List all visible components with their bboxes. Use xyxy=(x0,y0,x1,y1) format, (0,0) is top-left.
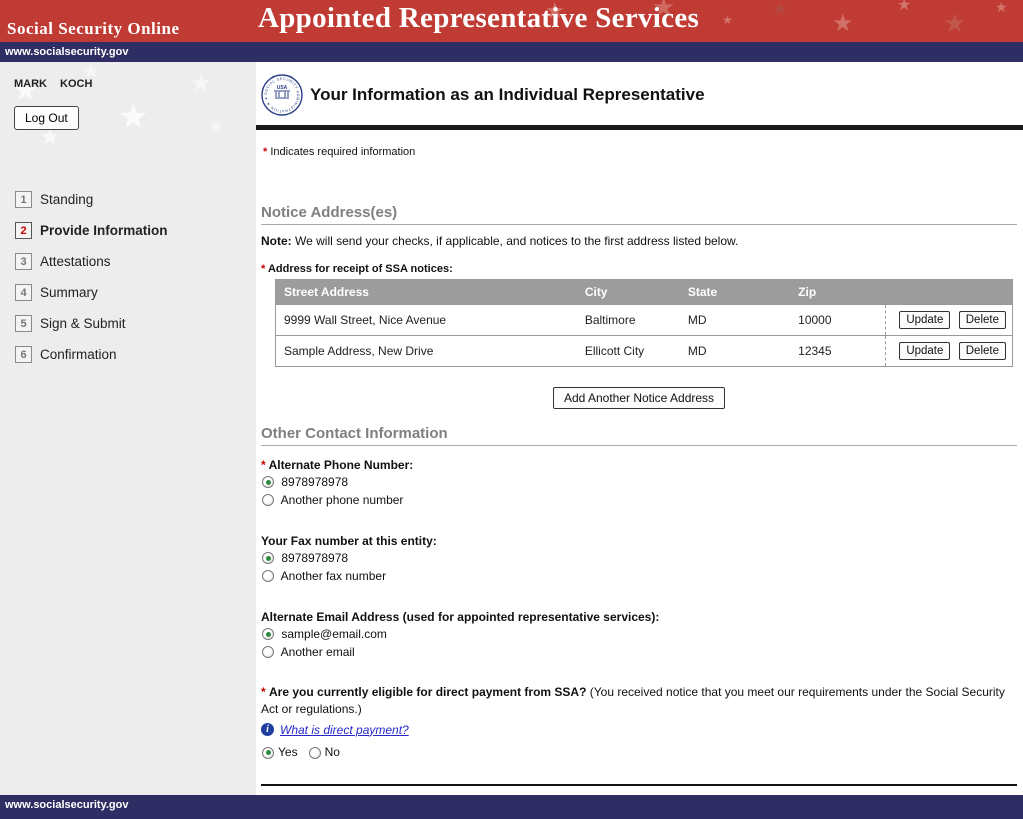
main-content: SOCIAL SECURITY ADMINISTRATION ★ ★ ★ USA… xyxy=(256,62,1023,795)
what-is-direct-payment-link[interactable]: What is direct payment? xyxy=(280,722,409,739)
decorative-star: ★ xyxy=(832,12,854,36)
page-title: Your Information as an Individual Repres… xyxy=(310,85,705,105)
cell-city: Ellicott City xyxy=(577,336,680,367)
step-confirmation: 6 Confirmation xyxy=(0,339,256,370)
step-number: 1 xyxy=(15,191,32,208)
step-number: 6 xyxy=(15,346,32,363)
step-label: Provide Information xyxy=(40,223,168,238)
cell-street: Sample Address, New Drive xyxy=(276,336,577,367)
step-number: 3 xyxy=(15,253,32,270)
site-title: Appointed Representative Services xyxy=(258,2,699,35)
column-city: City xyxy=(577,280,680,305)
radio-label: Another fax number xyxy=(281,569,386,583)
direct-payment-yes-radio[interactable] xyxy=(262,747,274,759)
decorative-star: ★ xyxy=(722,14,733,26)
decorative-star: ★ xyxy=(943,10,966,36)
fax-option-radio[interactable] xyxy=(262,552,274,564)
step-attestations: 3 Attestations xyxy=(0,246,256,277)
decorative-star: ★ xyxy=(995,0,1008,14)
radio-label: Yes xyxy=(278,745,298,760)
direct-payment-question: * Are you currently eligible for direct … xyxy=(261,684,1016,718)
alternate-email-group: Alternate Email Address (used for appoin… xyxy=(261,610,1017,660)
address-table-label: * Address for receipt of SSA notices: xyxy=(261,263,1017,275)
table-row: Sample Address, New Drive Ellicott City … xyxy=(276,336,1013,367)
user-name: MARK KOCH xyxy=(14,78,256,90)
notice-note: Note: We will send your checks, if appli… xyxy=(261,234,1017,248)
decorative-star: ★ xyxy=(118,100,148,134)
required-asterisk: * xyxy=(263,146,267,158)
bottom-url-bar: www.socialsecurity.gov xyxy=(0,795,1023,819)
step-label: Attestations xyxy=(40,254,111,269)
cell-zip: 10000 xyxy=(790,305,886,336)
required-asterisk: * xyxy=(261,685,266,699)
step-number: 5 xyxy=(15,315,32,332)
column-street-address: Street Address xyxy=(276,280,577,305)
fax-label: Your Fax number at this entity: xyxy=(261,534,1017,548)
section-notice-addresses: Notice Address(es) xyxy=(261,204,1017,225)
step-label: Summary xyxy=(40,285,98,300)
decorative-star: ★ xyxy=(897,0,911,14)
sidebar: ★ ★ ★ ★ ★ ★ MARK KOCH Log Out 1 Standing… xyxy=(0,62,256,795)
ssa-seal-icon: SOCIAL SECURITY ADMINISTRATION ★ ★ ★ USA xyxy=(261,74,303,116)
table-row: 9999 Wall Street, Nice Avenue Baltimore … xyxy=(276,305,1013,336)
page: ★ ★ ★ ★ ★ ★ ★ ★ ★ Social Security Online… xyxy=(0,0,1023,819)
cell-street: 9999 Wall Street, Nice Avenue xyxy=(276,305,577,336)
phone-option-radio[interactable] xyxy=(262,494,274,506)
decorative-star: ★ xyxy=(208,118,224,136)
radio-label: sample@email.com xyxy=(281,627,387,641)
alternate-email-label: Alternate Email Address (used for appoin… xyxy=(261,610,1017,624)
alternate-phone-label: * Alternate Phone Number: xyxy=(261,458,1017,472)
step-number: 2 xyxy=(15,222,32,239)
radio-label: Another email xyxy=(281,645,355,659)
radio-label: 8978978978 xyxy=(281,475,348,489)
step-number: 4 xyxy=(15,284,32,301)
brand-logo: Social Security Online xyxy=(7,19,180,39)
step-label: Confirmation xyxy=(40,347,117,362)
required-asterisk: * xyxy=(261,263,265,275)
delete-button[interactable]: Delete xyxy=(959,311,1006,329)
delete-button[interactable]: Delete xyxy=(959,342,1006,360)
column-state: State xyxy=(680,280,790,305)
cell-state: MD xyxy=(680,336,790,367)
column-zip: Zip xyxy=(790,280,886,305)
phone-option-radio[interactable] xyxy=(262,476,274,488)
step-label: Standing xyxy=(40,192,93,207)
actions-divider xyxy=(261,784,1017,786)
decorative-star: ★ xyxy=(772,0,788,18)
info-icon: i xyxy=(261,723,274,736)
svg-text:USA: USA xyxy=(277,85,288,91)
required-note: * Indicates required information xyxy=(263,146,1017,158)
add-notice-address-button[interactable]: Add Another Notice Address xyxy=(553,387,725,409)
direct-payment-group: * Are you currently eligible for direct … xyxy=(261,684,1016,760)
step-standing: 1 Standing xyxy=(0,184,256,215)
required-asterisk: * xyxy=(261,458,266,472)
update-button[interactable]: Update xyxy=(899,342,950,360)
alternate-phone-group: * Alternate Phone Number: 8978978978 Ano… xyxy=(261,458,1017,508)
email-option-radio[interactable] xyxy=(262,646,274,658)
fax-group: Your Fax number at this entity: 89789789… xyxy=(261,534,1017,584)
top-url-bar: www.socialsecurity.gov xyxy=(0,42,1023,62)
step-sign-submit: 5 Sign & Submit xyxy=(0,308,256,339)
column-actions xyxy=(886,280,1013,305)
wizard-steps: 1 Standing 2 Provide Information 3 Attes… xyxy=(0,184,256,370)
notice-address-table: Street Address City State Zip 9999 Wall … xyxy=(275,279,1013,367)
logout-button[interactable]: Log Out xyxy=(14,106,79,130)
top-header: ★ ★ ★ ★ ★ ★ ★ ★ ★ Social Security Online… xyxy=(0,0,1023,42)
radio-label: Another phone number xyxy=(281,493,404,507)
step-provide-information: 2 Provide Information xyxy=(0,215,256,246)
cell-zip: 12345 xyxy=(790,336,886,367)
direct-payment-no-radio[interactable] xyxy=(309,747,321,759)
cell-city: Baltimore xyxy=(577,305,680,336)
update-button[interactable]: Update xyxy=(899,311,950,329)
email-option-radio[interactable] xyxy=(262,628,274,640)
step-label: Sign & Submit xyxy=(40,316,126,331)
radio-label: No xyxy=(325,745,340,760)
radio-label: 8978978978 xyxy=(281,551,348,565)
section-other-contact: Other Contact Information xyxy=(261,425,1017,446)
step-summary: 4 Summary xyxy=(0,277,256,308)
cell-state: MD xyxy=(680,305,790,336)
fax-option-radio[interactable] xyxy=(262,570,274,582)
